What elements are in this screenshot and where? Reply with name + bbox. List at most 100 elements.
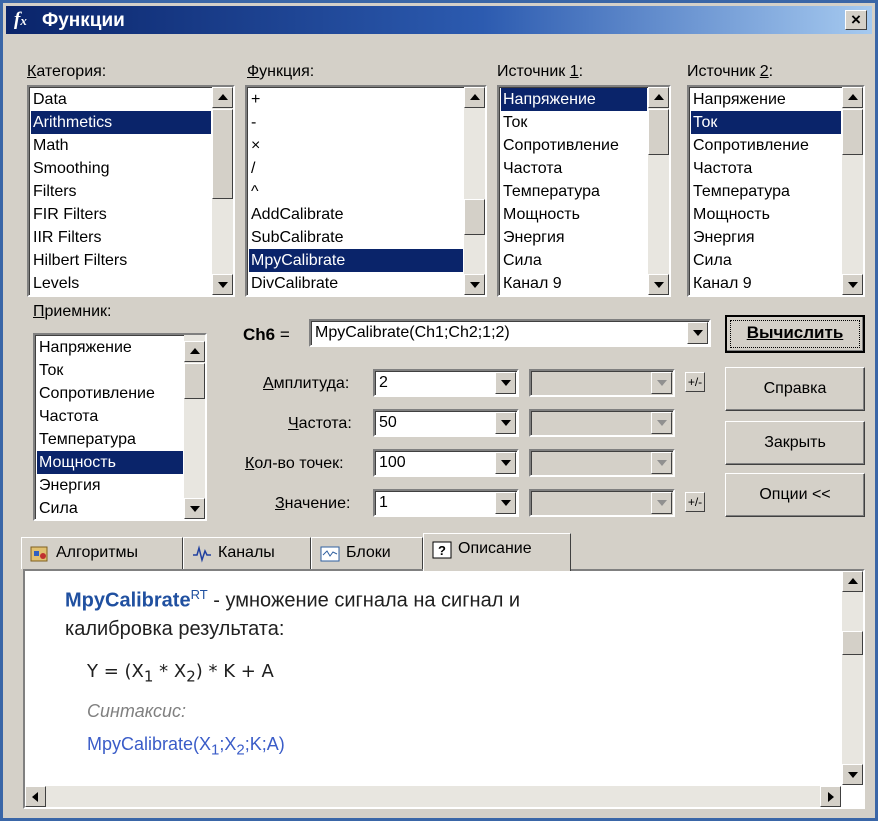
list-item[interactable]: Сила	[691, 249, 841, 272]
compute-button[interactable]: Вычислить	[725, 315, 865, 353]
scroll-up-icon[interactable]	[464, 87, 485, 108]
chevron-down-icon[interactable]	[495, 412, 516, 434]
source1-scrollbar[interactable]	[648, 87, 669, 295]
scroll-up-icon[interactable]	[212, 87, 233, 108]
scroll-down-icon[interactable]	[464, 274, 485, 295]
function-scrollbar[interactable]	[464, 87, 485, 295]
list-item[interactable]: Частота	[37, 405, 183, 428]
list-item[interactable]: Энергия	[691, 226, 841, 249]
list-item[interactable]: Частота	[691, 157, 841, 180]
source2-scrollbar[interactable]	[842, 87, 863, 295]
source1-list[interactable]: Напряжение Ток Сопротивление Частота Темпера…	[497, 85, 671, 297]
list-item[interactable]: Канал 9	[691, 272, 841, 295]
scroll-down-icon[interactable]	[842, 764, 863, 785]
list-item[interactable]: -	[249, 111, 463, 134]
tab-label: Каналы	[218, 544, 275, 561]
list-item[interactable]: Data	[31, 88, 211, 111]
list-item[interactable]: Канал 9	[501, 272, 647, 295]
list-item[interactable]: SubCalibrate	[249, 226, 463, 249]
scroll-down-icon[interactable]	[212, 274, 233, 295]
scroll-down-icon[interactable]	[184, 498, 205, 519]
receiver-list[interactable]: Напряжение Ток Сопротивление Частота Темпера…	[33, 333, 207, 521]
list-item[interactable]: +	[249, 88, 463, 111]
sign-toggle-icon[interactable]: +/-	[685, 372, 705, 392]
list-item[interactable]: Ток	[37, 359, 183, 382]
list-item[interactable]: FIR Filters	[31, 203, 211, 226]
list-item[interactable]: Smoothing	[31, 157, 211, 180]
list-item[interactable]: Мощность	[37, 451, 183, 474]
list-item[interactable]: Температура	[501, 180, 647, 203]
list-item[interactable]: Levels	[31, 272, 211, 295]
list-item[interactable]: Частота	[501, 157, 647, 180]
scroll-down-icon[interactable]	[648, 274, 669, 295]
formula-combobox[interactable]: MpyCalibrate(Ch1;Ch2;1;2)	[309, 319, 711, 347]
list-item[interactable]: IIR Filters	[31, 226, 211, 249]
list-item[interactable]: Сопротивление	[37, 382, 183, 405]
list-item[interactable]: Ток	[691, 111, 841, 134]
list-item[interactable]: ^	[249, 180, 463, 203]
list-item[interactable]: Сила	[37, 497, 183, 519]
list-item[interactable]: Arithmetics	[31, 111, 211, 134]
scroll-up-icon[interactable]	[184, 341, 205, 362]
list-item[interactable]: Сила	[501, 249, 647, 272]
list-item[interactable]: Hilbert Filters	[31, 249, 211, 272]
list-item[interactable]: Сопротивление	[691, 134, 841, 157]
help-button[interactable]: Справка	[725, 367, 865, 411]
chevron-down-icon[interactable]	[687, 322, 708, 344]
list-item[interactable]: AddCalibrate	[249, 203, 463, 226]
close-button[interactable]: Закрыть	[725, 421, 865, 465]
list-item[interactable]: Мощность	[691, 203, 841, 226]
function-list[interactable]: + - × / ^ AddCalibrate SubCalibrate MpyCalibrat…	[245, 85, 487, 297]
tab-channels[interactable]: Каналы	[183, 537, 311, 569]
list-item[interactable]: Filters	[31, 180, 211, 203]
category-list[interactable]: Data Arithmetics Math Smoothing Filters FIR F…	[27, 85, 235, 297]
points-combobox[interactable]: 100	[373, 449, 519, 477]
close-icon[interactable]: ×	[845, 10, 867, 30]
list-item[interactable]: DivCalibrate	[249, 272, 463, 295]
title-bar[interactable]: fx Функции ×	[6, 6, 872, 34]
category-scrollbar[interactable]	[212, 87, 233, 295]
scroll-up-icon[interactable]	[842, 571, 863, 592]
scroll-up-icon[interactable]	[648, 87, 669, 108]
scroll-up-icon[interactable]	[842, 87, 863, 108]
scroll-right-icon[interactable]	[820, 786, 841, 807]
list-item[interactable]: Сопротивление	[501, 134, 647, 157]
list-item[interactable]: ×	[249, 134, 463, 157]
scroll-down-icon[interactable]	[842, 274, 863, 295]
value-combobox[interactable]: 1	[373, 489, 519, 517]
list-item[interactable]: MpyCalibrate	[249, 249, 463, 272]
tab-algorithms[interactable]: Алгоритмы	[21, 537, 183, 569]
list-item[interactable]: /	[249, 157, 463, 180]
receiver-scrollbar[interactable]	[184, 335, 205, 519]
chevron-down-icon[interactable]	[495, 452, 516, 474]
list-item[interactable]: Ток	[501, 111, 647, 134]
description-vscrollbar[interactable]	[842, 571, 863, 785]
list-item[interactable]: Math	[31, 134, 211, 157]
tab-blocks[interactable]: Блоки	[311, 537, 423, 569]
list-item[interactable]: Напряжение	[691, 88, 841, 111]
scroll-thumb[interactable]	[212, 109, 233, 199]
list-item[interactable]: Температура	[691, 180, 841, 203]
list-item[interactable]: Температура	[37, 428, 183, 451]
list-item[interactable]: Энергия	[37, 474, 183, 497]
options-button[interactable]: Опции <<	[725, 473, 865, 517]
list-item[interactable]: Напряжение	[37, 336, 183, 359]
tab-description[interactable]: ? Описание	[423, 533, 571, 571]
scroll-left-icon[interactable]	[25, 786, 46, 807]
chevron-down-icon[interactable]	[495, 372, 516, 394]
scroll-thumb[interactable]	[842, 109, 863, 155]
list-item[interactable]: Энергия	[501, 226, 647, 249]
scroll-thumb[interactable]	[648, 109, 669, 155]
syntax-label: Синтаксис:	[87, 701, 187, 722]
description-hscrollbar[interactable]	[25, 786, 841, 807]
scroll-thumb[interactable]	[842, 631, 863, 655]
sign-toggle-icon[interactable]: +/-	[685, 492, 705, 512]
source2-list[interactable]: Напряжение Ток Сопротивление Частота Темпера…	[687, 85, 865, 297]
scroll-thumb[interactable]	[464, 199, 485, 235]
frequency-combobox[interactable]: 50	[373, 409, 519, 437]
list-item[interactable]: Мощность	[501, 203, 647, 226]
list-item[interactable]: Напряжение	[501, 88, 647, 111]
amplitude-combobox[interactable]: 2	[373, 369, 519, 397]
scroll-thumb[interactable]	[184, 363, 205, 399]
chevron-down-icon[interactable]	[495, 492, 516, 514]
